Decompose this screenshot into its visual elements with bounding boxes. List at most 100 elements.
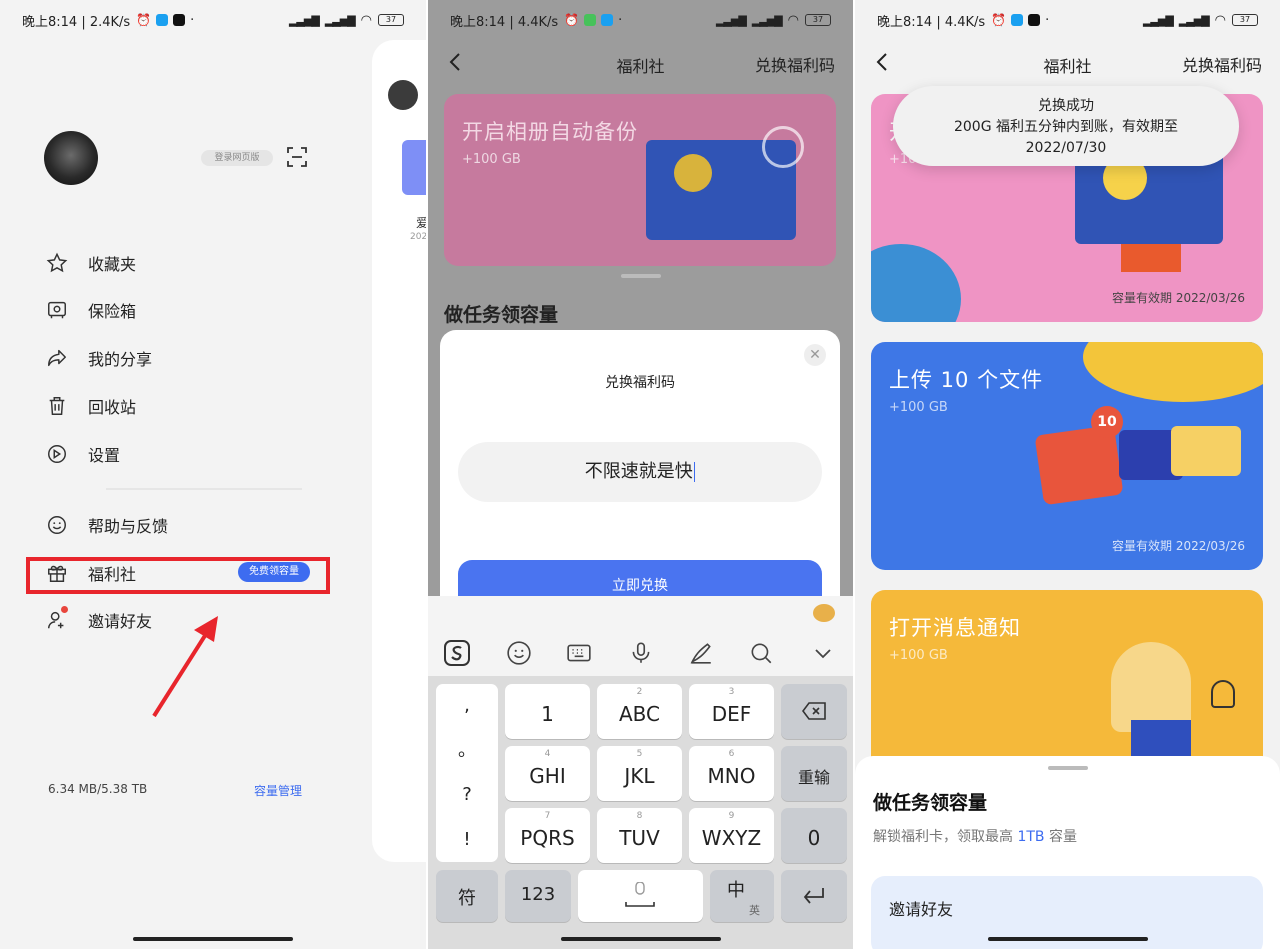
keyboard-layout-icon[interactable] <box>564 638 594 668</box>
punct-key[interactable]: , <box>436 684 498 729</box>
home-indicator[interactable] <box>133 937 293 941</box>
space-mic-icon <box>625 882 655 907</box>
toast-message: 200G 福利五分钟内到账，有效期至 <box>953 119 1179 135</box>
peek-folder-name: 爱 <box>416 216 426 230</box>
status-bar: 晚上8:14 | 4.4K/s ⏰ · ▂▃▅▇ ▂▃▅▇ ◠ 37 <box>855 0 1280 40</box>
enter-icon <box>803 888 824 904</box>
key-0[interactable]: 0 <box>781 808 847 863</box>
menu-label: 收藏夹 <box>88 255 137 274</box>
dot-icon: · <box>190 12 195 28</box>
keyboard: , 。 ? ! 1 2 ABC 3 DEF 4 GHI 5 JKL 6 MNO 重输 7P… <box>428 596 853 949</box>
alarm-icon: ⏰ <box>564 13 580 27</box>
battery-icon: 37 <box>378 14 404 26</box>
redeem-code-value: 不限速就是快 <box>584 461 693 482</box>
menu-item-my-share[interactable]: 我的分享 <box>44 344 152 372</box>
punct-key[interactable]: ? <box>436 773 498 818</box>
tiktok-icon <box>173 14 186 26</box>
key-abc[interactable]: 2 ABC <box>597 684 682 739</box>
card-expire: 容量有效期 2022/03/26 <box>1112 539 1245 553</box>
symbol-key[interactable]: 符 <box>436 870 498 922</box>
retype-key[interactable]: 重输 <box>781 746 847 801</box>
redeem-code-link[interactable]: 兑换福利码 <box>1182 52 1262 76</box>
login-web-button[interactable]: 登录网页版 <box>201 150 273 166</box>
folder-illustration <box>1171 426 1241 476</box>
task-card-upload-files[interactable]: 上传 10 个文件 +100 GB 10 容量有效期 2022/03/26 <box>871 342 1263 570</box>
wifi-icon: ◠ <box>1214 12 1226 28</box>
task-card-album-backup[interactable]: 开启相册自动备份 +100 GB <box>444 94 836 266</box>
menu-item-help-feedback[interactable]: 帮助与反馈 <box>44 511 168 539</box>
lang-switch-key[interactable]: 中 英 <box>710 870 774 922</box>
tasks-sheet: 做任务领容量 解锁福利卡，领取最高 1TB 容量 邀请好友 <box>855 756 1280 949</box>
key-tuv[interactable]: 8 TUV <box>597 808 682 863</box>
trash-icon <box>44 393 70 419</box>
number-key[interactable]: 123 <box>505 870 571 922</box>
file-count-badge: 10 <box>1091 406 1123 438</box>
app-notification-icon-2 <box>601 14 614 26</box>
key-mno[interactable]: 6 MNO <box>689 746 774 801</box>
star-icon <box>44 250 70 276</box>
sheet-handle[interactable] <box>620 274 661 278</box>
key-jkl[interactable]: 5 JKL <box>597 746 682 801</box>
home-indicator[interactable] <box>560 937 721 941</box>
signal-icon-2: ▂▃▅▇ <box>1178 13 1210 27</box>
punct-key[interactable]: 。 <box>436 729 498 774</box>
sheet-handle[interactable] <box>1047 766 1088 770</box>
app-notification-icon <box>1011 14 1024 26</box>
menu-item-settings[interactable]: 设置 <box>44 440 120 468</box>
key-ghi[interactable]: 4 GHI <box>505 746 590 801</box>
chevron-down-icon[interactable] <box>808 638 838 668</box>
nav-bar: 福利社 兑换福利码 <box>428 40 853 84</box>
card-title: 邀请好友 <box>889 900 954 919</box>
menu-item-safe[interactable]: 保险箱 <box>44 296 136 324</box>
menu-item-favorites[interactable]: 收藏夹 <box>44 249 136 277</box>
enter-key[interactable] <box>781 870 847 922</box>
scan-icon[interactable] <box>286 146 308 168</box>
wifi-icon: ◠ <box>787 12 799 28</box>
drawer-panel: 晚上8:14 | 2.4K/s ⏰ · ▂▃▅▇ ▂▃▅▇ ◠ 37 登录网页版… <box>0 0 426 949</box>
key-def[interactable]: 3 DEF <box>689 684 774 739</box>
backspace-key[interactable] <box>781 684 847 739</box>
red-arrow-annotation <box>152 616 218 718</box>
microphone-icon[interactable] <box>626 638 656 668</box>
menu-label: 邀请好友 <box>88 612 153 631</box>
menu-label: 帮助与反馈 <box>88 517 169 536</box>
home-indicator[interactable] <box>987 937 1148 941</box>
sogou-icon[interactable] <box>442 638 472 668</box>
redeem-dialog: ✕ 兑换福利码 不限速就是快 立即兑换 <box>440 330 840 630</box>
menu-item-recycle-bin[interactable]: 回收站 <box>44 392 136 420</box>
handwriting-icon[interactable] <box>686 638 716 668</box>
redeem-code-link[interactable]: 兑换福利码 <box>755 52 835 76</box>
green-shape <box>871 244 961 322</box>
signal-icon: ▂▃▅▇ <box>1142 13 1174 27</box>
key-1[interactable]: 1 <box>505 684 590 739</box>
bell-icon <box>1211 680 1235 708</box>
close-icon[interactable]: ✕ <box>804 344 826 366</box>
nav-bar: 福利社 兑换福利码 <box>855 40 1280 84</box>
card-reward: +100 GB <box>889 648 948 663</box>
dot-icon: · <box>618 12 623 28</box>
app-notification-icon <box>156 14 169 26</box>
mascot-icon <box>813 604 835 622</box>
alarm-icon: ⏰ <box>991 13 1007 27</box>
punctuation-column[interactable]: , 。 ? ! <box>436 684 498 862</box>
punct-key[interactable]: ! <box>436 818 498 863</box>
redeem-code-input[interactable]: 不限速就是快 <box>458 442 822 502</box>
card-reward: +100 GB <box>889 400 948 415</box>
key-wxyz[interactable]: 9 WXYZ <box>689 808 774 863</box>
menu-divider <box>106 488 302 490</box>
storage-manage-link[interactable]: 容量管理 <box>254 782 302 799</box>
card-title: 开启相册自动备份 <box>462 120 638 144</box>
space-key[interactable] <box>578 870 703 922</box>
section-subtitle: 解锁福利卡，领取最高 1TB 容量 <box>873 829 1077 845</box>
key-pqrs[interactable]: 7 PQRS <box>505 808 590 863</box>
share-icon <box>44 345 70 371</box>
sync-icon <box>762 126 804 168</box>
toast-expiry-date: 2022/07/30 <box>1025 140 1107 156</box>
section-title: 做任务领容量 <box>444 304 559 326</box>
card-title: 打开消息通知 <box>889 616 1021 640</box>
search-icon[interactable] <box>746 638 776 668</box>
emoji-icon[interactable] <box>504 638 534 668</box>
avatar[interactable] <box>44 131 98 185</box>
figure-legs <box>1121 244 1181 272</box>
dialog-title: 兑换福利码 <box>605 375 675 391</box>
